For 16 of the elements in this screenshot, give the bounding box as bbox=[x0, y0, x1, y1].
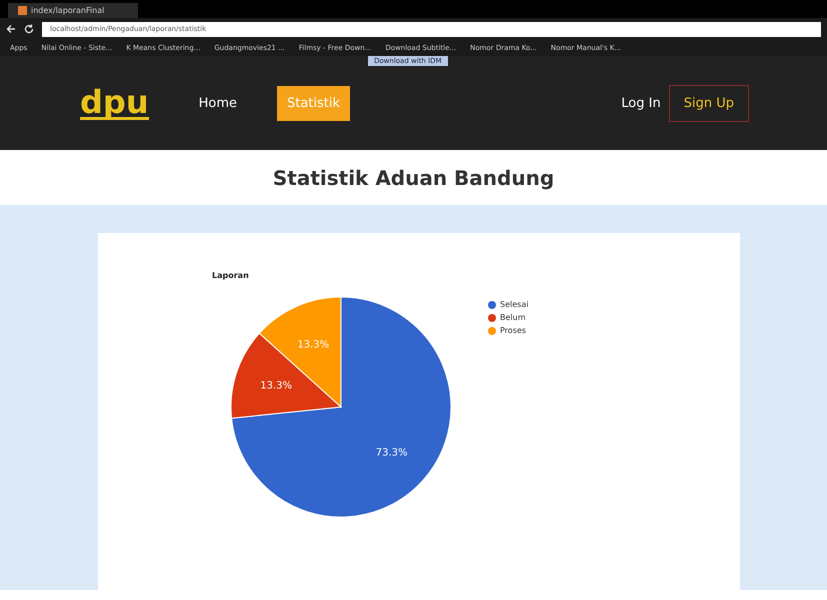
legend-label: Belum bbox=[500, 313, 526, 322]
logo[interactable]: dpu bbox=[80, 86, 149, 120]
login-link[interactable]: Log In bbox=[621, 96, 661, 110]
legend-label: Selesai bbox=[500, 300, 528, 309]
legend-label: Proses bbox=[500, 326, 526, 335]
slice-label: 13.3% bbox=[260, 380, 292, 392]
slice-label: 73.3% bbox=[376, 447, 408, 458]
back-icon[interactable] bbox=[6, 24, 16, 34]
nav-link[interactable]: Home bbox=[188, 86, 247, 120]
reload-icon[interactable] bbox=[24, 24, 34, 34]
signup-button[interactable]: Sign Up bbox=[668, 84, 749, 122]
page-title: Statistik Aduan Bandung bbox=[272, 166, 554, 190]
slice-label: 13.3% bbox=[297, 339, 330, 350]
favicon-icon bbox=[18, 6, 27, 15]
browser-tab[interactable]: index/laporanFinal bbox=[8, 3, 138, 18]
chart-title: Laporan bbox=[212, 271, 250, 280]
